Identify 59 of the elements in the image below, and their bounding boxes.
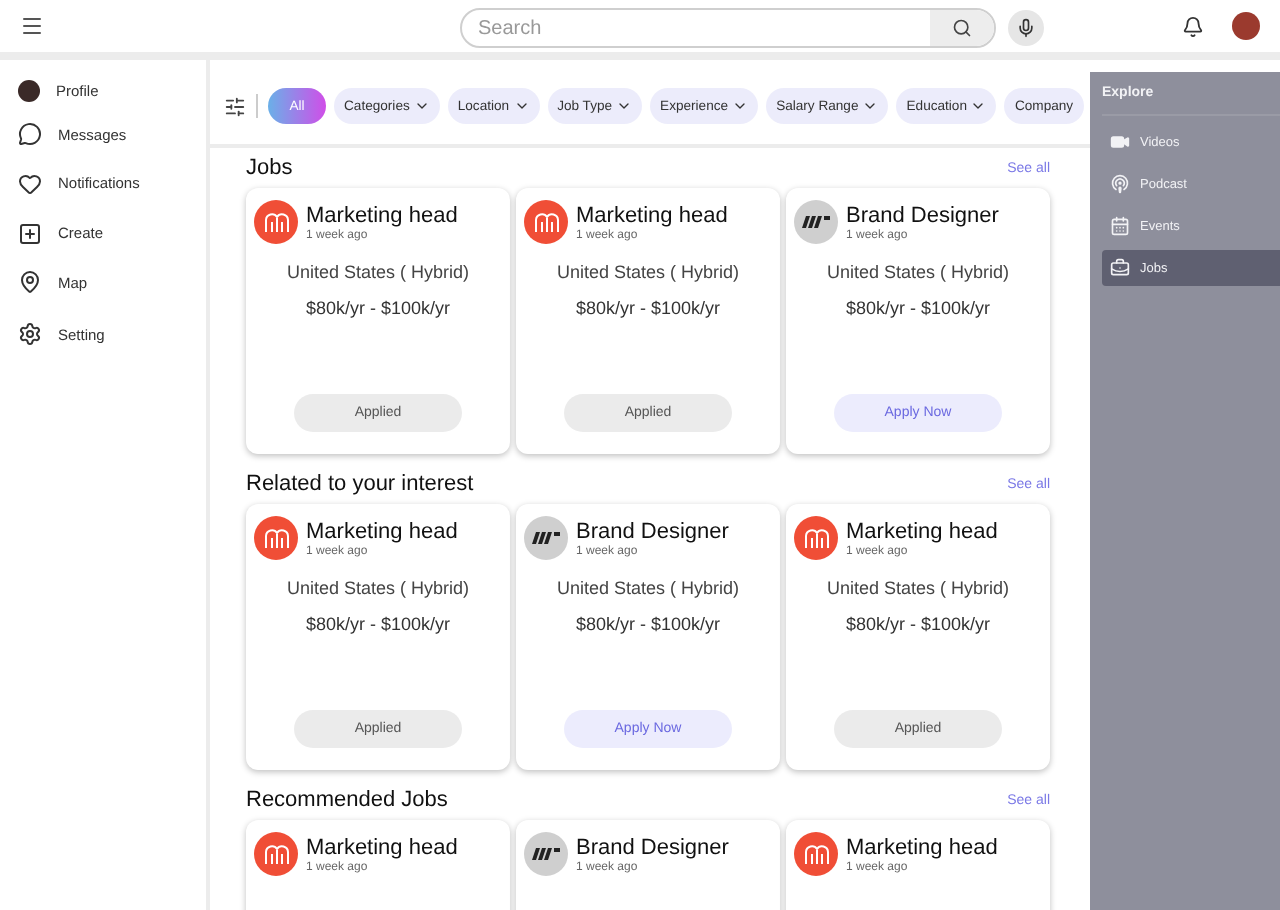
job-title: Marketing head — [306, 203, 458, 227]
chevron-down-icon — [970, 98, 987, 114]
settings-icon — [18, 322, 42, 346]
plus-icon — [18, 221, 42, 245]
company-logo — [794, 200, 838, 244]
company-logo — [794, 516, 838, 560]
job-title: Brand Designer — [576, 835, 729, 859]
menu-button[interactable] — [20, 14, 44, 38]
company-logo — [524, 516, 568, 560]
search-field[interactable]: Search — [460, 8, 996, 48]
company-logo — [254, 832, 298, 876]
job-title: Marketing head — [306, 519, 458, 543]
chevron-down-icon — [862, 98, 879, 114]
chevron-down-icon — [413, 98, 430, 114]
section-title: Recommended Jobs — [246, 788, 448, 812]
job-location: United States ( Hybrid) — [824, 578, 1012, 598]
company-logo — [524, 832, 568, 876]
podcast-icon — [1110, 174, 1130, 194]
avatar-icon[interactable] — [1232, 12, 1260, 40]
section-title: Related to your interest — [246, 472, 474, 496]
microphone-button[interactable] — [1008, 10, 1044, 46]
search-icon — [952, 18, 972, 38]
section-title: Jobs — [246, 156, 293, 180]
job-location: United States ( Hybrid) — [284, 578, 472, 598]
company-logo — [254, 200, 298, 244]
job-location: United States ( Hybrid) — [554, 262, 742, 282]
avatar-icon — [18, 79, 40, 101]
job-title: Marketing head — [576, 203, 728, 227]
job-location: United States ( Hybrid) — [824, 262, 1012, 282]
calendar-icon — [1110, 216, 1130, 236]
heart-icon — [18, 171, 42, 195]
company-logo — [794, 832, 838, 876]
job-title: Brand Designer — [846, 203, 999, 227]
salary-range: $80k/yr - $100k/yr — [843, 298, 993, 318]
microphone-icon — [1016, 18, 1036, 38]
job-location: United States ( Hybrid) — [554, 578, 742, 598]
search-button[interactable] — [930, 10, 994, 46]
salary-range: $80k/yr - $100k/yr — [843, 614, 993, 634]
chevron-down-icon — [616, 98, 633, 114]
messages-icon — [18, 122, 42, 146]
job-title: Brand Designer — [576, 519, 729, 543]
salary-range: $80k/yr - $100k/yr — [303, 298, 453, 318]
company-logo — [524, 200, 568, 244]
salary-range: $80k/yr - $100k/yr — [573, 298, 723, 318]
filter-button[interactable] — [224, 95, 246, 117]
map-pin-icon — [18, 270, 42, 294]
notifications-button[interactable] — [1182, 15, 1204, 37]
salary-range: $80k/yr - $100k/yr — [303, 614, 453, 634]
video-icon — [1110, 132, 1130, 152]
job-title: Marketing head — [846, 835, 998, 859]
chevron-down-icon — [732, 98, 749, 114]
job-title: Marketing head — [306, 835, 458, 859]
chevron-down-icon — [513, 98, 530, 114]
job-title: Marketing head — [846, 519, 998, 543]
job-location: United States ( Hybrid) — [284, 262, 472, 282]
briefcase-icon — [1110, 258, 1130, 278]
search-input[interactable]: Search — [462, 10, 930, 46]
salary-range: $80k/yr - $100k/yr — [573, 614, 723, 634]
company-logo — [254, 516, 298, 560]
